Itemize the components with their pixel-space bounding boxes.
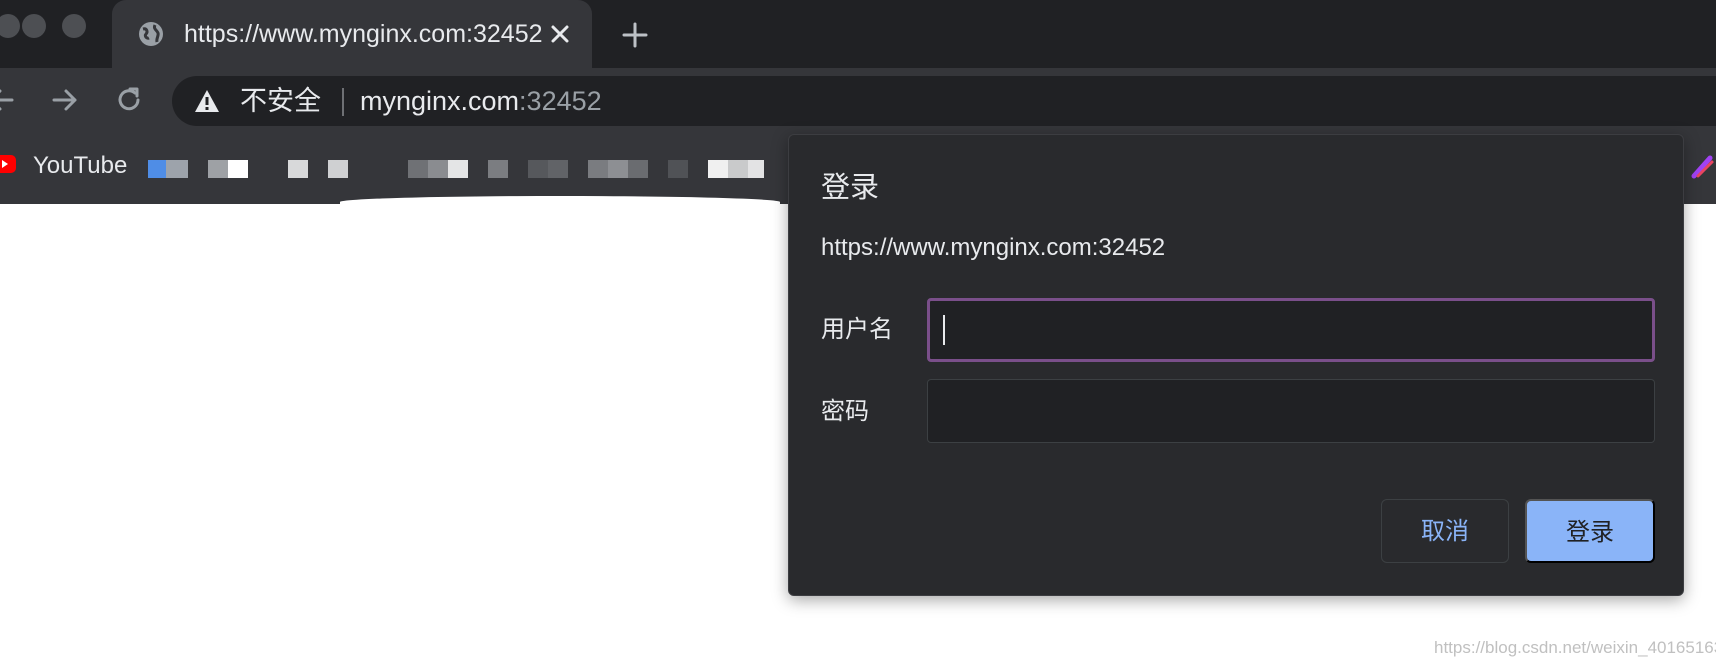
browser-tab[interactable]: https://www.mynginx.com:32452 [112, 0, 592, 68]
extension-icon[interactable] [1688, 152, 1716, 180]
back-arrow-icon[interactable] [0, 85, 16, 115]
warning-icon[interactable] [194, 89, 220, 113]
forward-arrow-icon[interactable] [50, 85, 80, 115]
dialog-origin: https://www.mynginx.com:32452 [821, 234, 1166, 261]
text-caret [943, 315, 945, 345]
tab-title: https://www.mynginx.com:32452 [184, 20, 543, 48]
username-field[interactable] [927, 298, 1655, 362]
password-label: 密码 [821, 398, 869, 425]
url-port: :32452 [519, 86, 602, 116]
reload-icon[interactable] [114, 85, 144, 115]
globe-icon [139, 22, 163, 46]
login-dialog: 登录 https://www.mynginx.com:32452 用户名 密码 … [788, 134, 1684, 596]
toolbar: 不安全 mynginx.com:32452 [0, 68, 1716, 132]
address-bar[interactable]: 不安全 mynginx.com:32452 [172, 76, 1716, 126]
omnibox-divider [342, 88, 344, 116]
bookmark-youtube[interactable]: YouTube [33, 152, 127, 180]
dialog-title: 登录 [821, 172, 880, 204]
new-tab-icon[interactable] [620, 20, 650, 50]
url-host: mynginx.com [360, 86, 520, 116]
url-text[interactable]: mynginx.com:32452 [360, 85, 602, 117]
page-edge [340, 196, 780, 208]
close-window-button[interactable] [0, 14, 20, 38]
maximize-window-button[interactable] [62, 14, 86, 38]
password-field[interactable] [927, 379, 1655, 443]
security-status-label[interactable]: 不安全 [240, 85, 321, 117]
minimize-window-button[interactable] [22, 14, 46, 38]
close-tab-icon[interactable] [546, 20, 574, 48]
watermark: https://blog.csdn.net/weixin_40165163 [1434, 638, 1716, 657]
youtube-icon[interactable] [0, 155, 16, 173]
login-button[interactable]: 登录 [1525, 499, 1655, 563]
username-label: 用户名 [821, 316, 893, 343]
tab-strip: https://www.mynginx.com:32452 [0, 0, 1716, 68]
cancel-button[interactable]: 取消 [1381, 499, 1509, 563]
